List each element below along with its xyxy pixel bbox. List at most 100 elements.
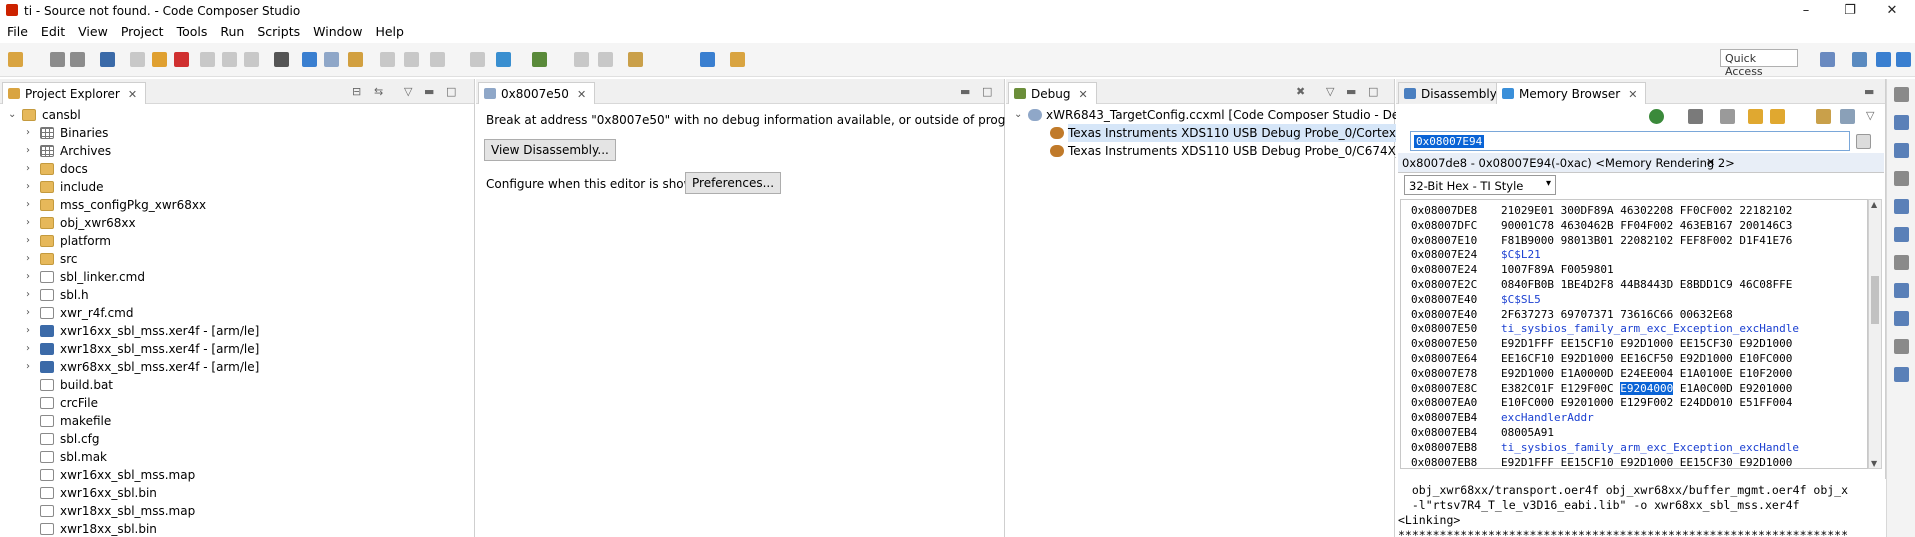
close-rendering-icon[interactable]: ✕: [1706, 156, 1715, 169]
preferences-button[interactable]: Preferences...: [685, 172, 782, 194]
scroll-up-icon[interactable]: ▲: [1871, 200, 1877, 209]
tree-item[interactable]: crcFile: [0, 394, 474, 412]
new-rendering-icon[interactable]: [1816, 109, 1831, 124]
disconnect-icon[interactable]: [404, 52, 419, 67]
minimize-view-icon[interactable]: ▬: [1346, 85, 1356, 98]
close-tab-icon[interactable]: ✕: [577, 88, 586, 101]
chevron-right-icon[interactable]: ›: [26, 178, 30, 196]
tree-item[interactable]: xwr16xx_sbl.bin: [0, 484, 474, 502]
chevron-right-icon[interactable]: ›: [26, 124, 30, 142]
tab-disassembly[interactable]: Disassembly: [1398, 82, 1506, 104]
memory-rendering-tab[interactable]: 0x8007de8 - 0x08007E94(-0xac) <Memory Re…: [1402, 156, 1735, 170]
refresh-icon[interactable]: [1649, 109, 1664, 124]
format-select[interactable]: 32-Bit Hex - TI Style ▾: [1404, 175, 1556, 195]
remove-launch-icon[interactable]: ✖: [1296, 85, 1305, 98]
address-input[interactable]: 0x08007E94: [1414, 135, 1485, 148]
tree-item[interactable]: › xwr18xx_sbl_mss.xer4f - [arm/le]: [0, 340, 474, 358]
close-tab-icon[interactable]: ✕: [1078, 88, 1087, 101]
search-view-icon[interactable]: [1894, 367, 1909, 382]
import-icon[interactable]: [1688, 109, 1703, 124]
step-asm-over-icon[interactable]: [598, 52, 613, 67]
expressions-icon[interactable]: [1894, 143, 1909, 158]
tree-item[interactable]: › docs: [0, 160, 474, 178]
flash-icon[interactable]: [324, 52, 339, 67]
chevron-right-icon[interactable]: ›: [26, 322, 30, 340]
perspective-2-icon[interactable]: [1852, 52, 1867, 67]
chevron-down-icon[interactable]: ⌄: [1014, 106, 1022, 124]
connect-icon[interactable]: [1720, 109, 1735, 124]
close-tab-icon[interactable]: ✕: [128, 88, 137, 101]
debug-tree-item[interactable]: Texas Instruments XDS110 USB Debug Probe…: [1006, 142, 1443, 160]
tree-item[interactable]: build.bat: [0, 376, 474, 394]
tree-item[interactable]: › sbl.h: [0, 286, 474, 304]
chevron-right-icon[interactable]: ›: [26, 160, 30, 178]
chevron-right-icon[interactable]: ›: [26, 304, 30, 322]
tree-item[interactable]: › xwr16xx_sbl_mss.xer4f - [arm/le]: [0, 322, 474, 340]
chevron-right-icon[interactable]: ›: [26, 214, 30, 232]
menu-help[interactable]: Help: [368, 22, 410, 39]
tree-item[interactable]: sbl.mak: [0, 448, 474, 466]
tree-item[interactable]: › xwr_r4f.cmd: [0, 304, 474, 322]
scroll-down-icon[interactable]: ▼: [1871, 459, 1877, 468]
tree-item[interactable]: makefile: [0, 412, 474, 430]
tree-item[interactable]: ⌄ cansbl: [0, 106, 474, 124]
chevron-right-icon[interactable]: ›: [26, 268, 30, 286]
build-target-icon[interactable]: [496, 52, 511, 67]
maximize-button[interactable]: ❐: [1830, 2, 1870, 20]
save-all-icon[interactable]: [70, 52, 85, 67]
tree-item[interactable]: xwr18xx_sbl_mss.map: [0, 502, 474, 520]
quick-access-input[interactable]: Quick Access: [1720, 49, 1798, 78]
memory-scrollbar[interactable]: ▲ ▼: [1868, 199, 1882, 469]
chevron-right-icon[interactable]: ›: [26, 142, 30, 160]
view-menu-icon[interactable]: ▽: [1326, 85, 1334, 98]
build-icon[interactable]: [532, 52, 547, 67]
restart-icon[interactable]: [470, 52, 485, 67]
tree-item[interactable]: › include: [0, 178, 474, 196]
restore-view-icon[interactable]: [1894, 87, 1909, 102]
hammer-icon[interactable]: [628, 52, 643, 67]
debug-tree-item[interactable]: ⌄ xWR6843_TargetConfig.ccxml [Code Compos…: [1006, 106, 1437, 124]
tree-item[interactable]: › Archives: [0, 142, 474, 160]
restore-lower-icon[interactable]: [1894, 227, 1909, 242]
memory-grid-icon[interactable]: [274, 52, 289, 67]
step-return-icon[interactable]: [244, 52, 259, 67]
close-tab-icon[interactable]: ✕: [1628, 88, 1637, 101]
tab-memory-browser[interactable]: Memory Browser ✕: [1496, 82, 1647, 104]
step-into-icon[interactable]: [200, 52, 215, 67]
chevron-down-icon[interactable]: ⌄: [8, 106, 16, 124]
tree-item[interactable]: sbl.cfg: [0, 430, 474, 448]
menu-file[interactable]: File: [0, 22, 34, 39]
tree-item[interactable]: › Binaries: [0, 124, 474, 142]
breakpoints-icon[interactable]: [1894, 199, 1909, 214]
step-asm-icon[interactable]: [574, 52, 589, 67]
scrollbar-thumb[interactable]: [1871, 276, 1879, 324]
chevron-right-icon[interactable]: ›: [26, 340, 30, 358]
outline-icon[interactable]: [1894, 339, 1909, 354]
breakpoint-icon[interactable]: [380, 52, 395, 67]
console-icon[interactable]: [1894, 255, 1909, 270]
terminate-icon[interactable]: [174, 52, 189, 67]
back-icon[interactable]: [1748, 109, 1763, 124]
minimize-view-icon[interactable]: ▬: [960, 85, 970, 98]
tree-item[interactable]: › src: [0, 250, 474, 268]
collapse-all-icon[interactable]: ⊟: [352, 85, 361, 98]
menu-project[interactable]: Project: [114, 22, 170, 39]
resume-icon[interactable]: [130, 52, 145, 67]
maximize-view-icon[interactable]: □: [982, 85, 992, 98]
tree-item[interactable]: › platform: [0, 232, 474, 250]
menu-run[interactable]: Run: [213, 22, 250, 39]
minimize-button[interactable]: –: [1786, 2, 1826, 20]
maximize-view-icon[interactable]: □: [1368, 85, 1378, 98]
debug-tree-item[interactable]: Texas Instruments XDS110 USB Debug Probe…: [1006, 124, 1448, 142]
tree-item[interactable]: › obj_xwr68xx: [0, 214, 474, 232]
pin-icon[interactable]: [302, 52, 317, 67]
menu-view[interactable]: View: [71, 22, 114, 39]
tab-debug[interactable]: Debug ✕: [1008, 82, 1097, 104]
perspective-4-icon[interactable]: [1896, 52, 1911, 67]
debug-view-icon[interactable]: [100, 52, 115, 67]
suspend-icon[interactable]: [152, 52, 167, 67]
menu-tools[interactable]: Tools: [170, 22, 214, 39]
menu-window[interactable]: Window: [306, 22, 368, 39]
pin-icon[interactable]: [1840, 109, 1855, 124]
chevron-right-icon[interactable]: ›: [26, 286, 30, 304]
